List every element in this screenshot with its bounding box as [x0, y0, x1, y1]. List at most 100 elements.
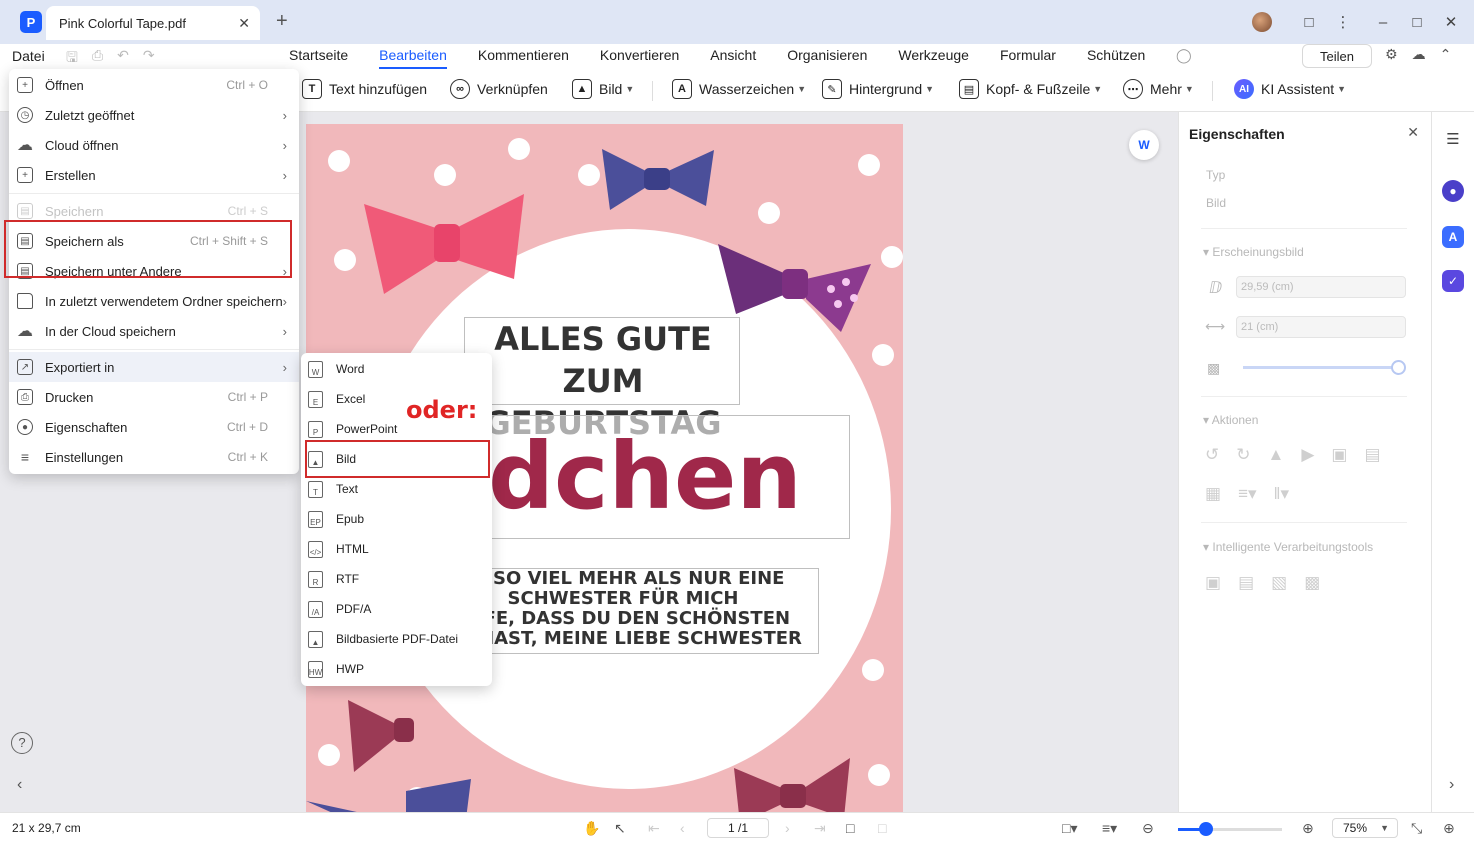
scroll-down-icon[interactable]: ⊕ [1443, 820, 1455, 837]
menu-item-eigenschaften[interactable]: ● Eigenschaften Ctrl + D [9, 412, 299, 442]
menu-datei[interactable]: Datei [12, 48, 45, 64]
zoom-slider-knob[interactable] [1199, 822, 1214, 836]
page-number-field[interactable]: 1 /1 [707, 818, 769, 838]
rotate-right-icon[interactable]: ↻ [1236, 445, 1250, 465]
appearance-section[interactable]: ▾ Erscheinungsbild [1203, 245, 1304, 259]
menu-organisieren[interactable]: Organisieren [787, 47, 867, 63]
close-icon[interactable]: ✕ [1434, 13, 1468, 31]
image-translate-icon[interactable]: ▤ [1238, 573, 1254, 593]
menu-item-cloud-speichern[interactable]: ☁ In der Cloud speichern › [9, 316, 299, 346]
help-icon[interactable]: ? [11, 732, 33, 754]
extract-image-icon[interactable]: ▦ [1205, 484, 1221, 504]
zoom-in-icon[interactable]: ⊕ [1302, 820, 1314, 837]
menu-item-erstellen[interactable]: + Erstellen › [9, 160, 299, 190]
fullscreen-icon[interactable]: ⤡ [1411, 820, 1422, 837]
check-task-icon[interactable]: ✓ [1442, 270, 1464, 292]
menu-startseite[interactable]: Startseite [289, 47, 348, 63]
previous-page-icon[interactable]: ‹ [680, 820, 685, 836]
save-icon[interactable]: 🖫 [66, 47, 78, 71]
document-tab[interactable]: Pink Colorful Tape.pdf ✕ [46, 6, 260, 40]
feedback-icon[interactable]: □ [1292, 14, 1326, 31]
zoom-out-icon[interactable]: ⊖ [1142, 820, 1154, 837]
menu-kommentieren[interactable]: Kommentieren [478, 47, 569, 63]
avatar[interactable] [1252, 12, 1272, 32]
first-page-icon[interactable]: ⇤ [648, 820, 660, 837]
width-field[interactable]: 21 (cm) [1236, 316, 1406, 338]
ocr-icon[interactable]: ▣ [1205, 573, 1221, 593]
close-icon[interactable]: ✕ [1407, 124, 1419, 141]
zoom-select[interactable]: 75% ▼ [1332, 818, 1398, 838]
maximize-icon[interactable]: □ [1400, 14, 1434, 31]
export-bildbasierte-pdf[interactable]: ▲ Bildbasierte PDF-Datei [301, 624, 492, 654]
fit-width-icon[interactable]: □ [878, 820, 886, 836]
image-enhance-icon[interactable]: ▧ [1271, 573, 1287, 593]
fit-page-icon[interactable]: □ [846, 820, 854, 836]
app-logo-icon[interactable]: P [20, 11, 42, 33]
link-button[interactable]: ∞ Verknüpfen [450, 79, 548, 99]
flip-vertical-icon[interactable]: ▶ [1301, 445, 1314, 465]
crop-icon[interactable]: ▣ [1331, 445, 1347, 465]
chevron-left-icon[interactable]: ‹ [17, 776, 22, 794]
more-vertical-icon[interactable]: ⋮ [1326, 13, 1360, 31]
print-icon[interactable]: ⎙ [92, 47, 103, 71]
export-html[interactable]: </> HTML [301, 534, 492, 564]
watermark-button[interactable]: A Wasserzeichen ▼ [672, 79, 806, 99]
export-rtf[interactable]: R RTF [301, 564, 492, 594]
export-word[interactable]: W Word [301, 354, 492, 384]
ai-assistant-button[interactable]: AI KI Assistent ▼ [1234, 79, 1346, 99]
export-epub[interactable]: EP Epub [301, 504, 492, 534]
menu-item-zuletzt-ordner-speichern[interactable]: In zuletzt verwendetem Ordner speichern … [9, 286, 299, 316]
share-button[interactable]: Teilen [1302, 44, 1372, 68]
translate-panel-icon[interactable]: A [1442, 226, 1464, 248]
menu-item-exportiert-in[interactable]: ↗ Exportiert in › [9, 352, 299, 382]
header-footer-button[interactable]: ▤ Kopf- & Fußzeile ▼ [959, 79, 1102, 99]
height-field[interactable]: 29,59 (cm) [1236, 276, 1406, 298]
replace-image-icon[interactable]: ▤ [1364, 445, 1380, 465]
network-icon[interactable]: ⚙ [1385, 46, 1398, 63]
rotate-left-icon[interactable]: ↺ [1205, 445, 1219, 465]
add-text-button[interactable]: T Text hinzufügen [302, 79, 427, 99]
minimize-icon[interactable]: – [1366, 14, 1400, 31]
background-button[interactable]: ✎ Hintergrund ▼ [822, 79, 934, 99]
export-text[interactable]: T Text [301, 474, 492, 504]
menu-item-drucken[interactable]: ⎙ Drucken Ctrl + P [9, 382, 299, 412]
menu-schuetzen[interactable]: Schützen [1087, 47, 1145, 63]
actions-section[interactable]: ▾ Aktionen [1203, 413, 1258, 427]
next-page-icon[interactable]: › [785, 820, 790, 836]
translate-icon[interactable]: W [1129, 130, 1159, 160]
menu-item-einstellungen[interactable]: ≡ Einstellungen Ctrl + K [9, 442, 299, 472]
properties-sliders-icon[interactable]: ☰ [1442, 128, 1464, 150]
menu-item-zuletzt-geoeffnet[interactable]: ◷ Zuletzt geöffnet › [9, 100, 299, 130]
ai-chat-icon[interactable]: ● [1442, 180, 1464, 202]
cloud-upload-icon[interactable]: ☁ [1412, 46, 1426, 63]
menu-werkzeuge[interactable]: Werkzeuge [898, 47, 969, 63]
opacity-slider[interactable] [1243, 366, 1398, 369]
menu-konvertieren[interactable]: Konvertieren [600, 47, 679, 63]
image-button[interactable]: ▲ Bild ▼ [572, 79, 634, 99]
export-pdfa[interactable]: /A PDF/A [301, 594, 492, 624]
scroll-mode-icon[interactable]: ≡▾ [1102, 820, 1117, 837]
menu-bearbeiten[interactable]: Bearbeiten [379, 47, 447, 69]
lightbulb-icon[interactable]: ◯ [1176, 47, 1192, 64]
menu-item-cloud-oeffnen[interactable]: ☁ Cloud öffnen › [9, 130, 299, 160]
chevron-right-icon[interactable]: › [1449, 776, 1454, 794]
distribute-icon[interactable]: ‖▾ [1274, 484, 1290, 504]
hand-tool-icon[interactable]: ✋ [583, 820, 600, 837]
last-page-icon[interactable]: ⇥ [814, 820, 826, 837]
tab-close-icon[interactable]: ✕ [238, 15, 250, 32]
menu-item-oeffnen[interactable]: + Öffnen Ctrl + O [9, 70, 299, 100]
undo-icon[interactable]: ↶ [117, 47, 129, 71]
flip-horizontal-icon[interactable]: ▲ [1268, 445, 1285, 465]
redo-icon[interactable]: ↷ [143, 47, 155, 71]
smart-tools-section[interactable]: ▾ Intelligente Verarbeitungstools [1203, 540, 1373, 554]
collapse-ribbon-icon[interactable]: ⌃ [1440, 46, 1452, 63]
page-display-icon[interactable]: □▾ [1062, 820, 1077, 837]
menu-formular[interactable]: Formular [1000, 47, 1056, 63]
align-icon[interactable]: ≡▾ [1238, 484, 1256, 504]
more-button[interactable]: ⋯ Mehr ▼ [1123, 79, 1194, 99]
export-hwp[interactable]: HW HWP [301, 654, 492, 684]
opacity-slider-knob[interactable] [1391, 360, 1406, 375]
menu-ansicht[interactable]: Ansicht [710, 47, 756, 63]
select-tool-icon[interactable]: ↖ [614, 820, 626, 837]
image-remove-bg-icon[interactable]: ▩ [1304, 573, 1320, 593]
